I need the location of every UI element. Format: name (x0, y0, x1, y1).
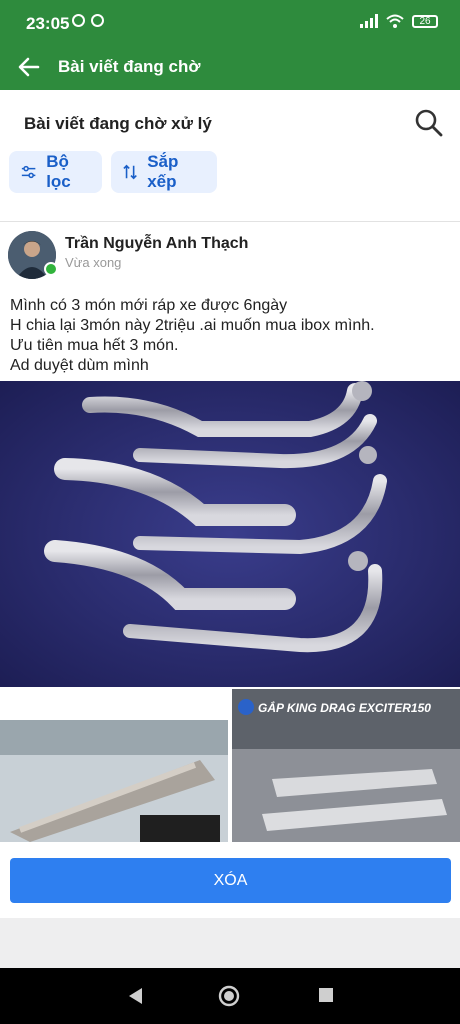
battery-icon: 26 (412, 14, 438, 28)
system-nav-bar (0, 968, 460, 1024)
back-arrow-icon[interactable] (14, 52, 44, 82)
status-notification-icons (72, 14, 104, 27)
swingarm-caption: GẮP KING DRAG EXCITER150 (258, 701, 431, 715)
divider (0, 221, 460, 222)
exhaust-pipes-photo (0, 381, 460, 687)
signal-icon (360, 14, 378, 28)
status-time: 23:05 (26, 14, 70, 33)
nav-recents-icon[interactable] (318, 987, 334, 1003)
post-time: Vừa xong (65, 255, 122, 270)
author-name[interactable]: Trần Nguyễn Anh Thạch (65, 235, 248, 253)
alarm-icon (72, 14, 85, 27)
section-title: Bài viết đang chờ xử lý (24, 114, 212, 133)
search-icon[interactable] (414, 108, 444, 138)
post-photo-silencer[interactable] (0, 720, 228, 842)
sort-arrows-icon (123, 164, 137, 180)
online-status-dot (44, 262, 58, 276)
sort-label: Sắp xếp (147, 152, 179, 191)
post-text-line: Mình có 3 món mới ráp xe được 6ngày (10, 297, 288, 314)
wifi-icon (386, 14, 404, 28)
sort-button[interactable]: Sắp xếp (111, 151, 217, 193)
delete-button[interactable]: XÓA (10, 858, 451, 903)
status-bar: 23:05 26 (0, 0, 460, 44)
post-photo-main[interactable] (0, 381, 460, 687)
status-system-icons: 26 (360, 14, 438, 28)
filter-label: Bộ lọc (46, 152, 71, 191)
post-text: Mình có 3 món mới ráp xe được 6ngày H ch… (10, 296, 450, 376)
footer-spacer (0, 918, 460, 968)
post-photo-swingarm[interactable]: GẮP KING DRAG EXCITER150 (232, 689, 460, 842)
post-text-line: Ưu tiên mua hết 3 món. (10, 337, 179, 354)
app-bar: Bài viết đang chờ (0, 44, 460, 90)
page-title: Bài viết đang chờ (58, 57, 201, 76)
nav-home-icon[interactable] (218, 985, 240, 1007)
filter-sliders-icon (21, 165, 36, 179)
filter-button[interactable]: Bộ lọc (9, 151, 102, 193)
post-text-line: H chia lại 3món này 2triệu .ai muốn mua … (10, 317, 375, 334)
silencer-photo (0, 720, 228, 842)
app-notification-icon (91, 14, 104, 27)
nav-back-icon[interactable] (126, 986, 144, 1006)
post-text-line: Ad duyệt dùm mình (10, 357, 149, 374)
